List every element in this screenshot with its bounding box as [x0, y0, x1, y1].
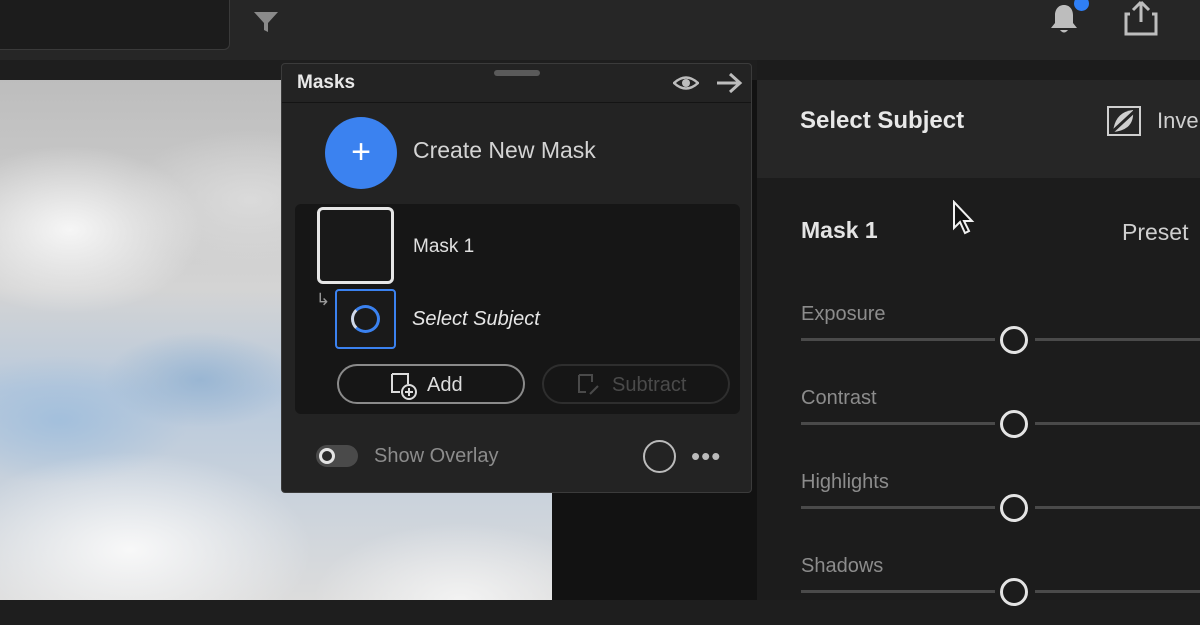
loading-spinner-icon [351, 305, 380, 333]
panel-drag-handle[interactable] [494, 70, 540, 76]
top-bar [0, 0, 1200, 60]
subtract-mask-icon [578, 374, 599, 395]
share-icon[interactable] [1122, 0, 1160, 38]
adjustments-panel: Select Subject Inver Mask 1 Preset Expos… [757, 60, 1200, 606]
mask-component-name[interactable]: Select Subject [412, 308, 540, 331]
slider-track[interactable] [801, 422, 995, 425]
slider-track[interactable] [1035, 506, 1200, 509]
invert-label[interactable]: Inver [1157, 108, 1200, 134]
show-overlay-label: Show Overlay [374, 445, 499, 467]
add-button-label: Add [427, 374, 463, 396]
eye-icon[interactable] [673, 72, 699, 94]
subtract-button[interactable]: Subtract [542, 364, 730, 404]
slider-thumb[interactable] [1000, 326, 1028, 354]
shadows-slider[interactable]: Shadows [801, 555, 1200, 625]
slider-thumb[interactable] [1000, 410, 1028, 438]
slider-label: Exposure [801, 303, 886, 325]
add-mask-icon [391, 373, 417, 400]
slider-track[interactable] [1035, 590, 1200, 593]
slider-track[interactable] [801, 338, 995, 341]
component-title: Select Subject [800, 107, 965, 134]
slider-track[interactable] [801, 590, 995, 593]
slider-thumb[interactable] [1000, 494, 1028, 522]
create-new-mask-button[interactable]: + [325, 117, 397, 189]
child-arrow-icon: ↳ [316, 290, 331, 309]
select-subject-thumbnail[interactable] [335, 289, 396, 349]
arrow-right-icon[interactable] [715, 72, 743, 94]
highlights-slider[interactable]: Highlights [801, 471, 1200, 541]
slider-label: Shadows [801, 555, 884, 577]
create-new-mask-label[interactable]: Create New Mask [413, 137, 596, 164]
overlay-color-swatch[interactable] [643, 440, 676, 473]
slider-label: Highlights [801, 471, 889, 493]
slider-thumb[interactable] [1000, 578, 1028, 606]
mask-group: Mask 1 ↳ Select Subject Add Subtract [295, 204, 740, 414]
show-overlay-toggle[interactable] [316, 445, 358, 467]
notification-dot [1074, 0, 1089, 11]
slider-label: Contrast [801, 387, 877, 409]
invert-icon[interactable] [1107, 106, 1141, 136]
mask-title: Mask 1 [801, 217, 878, 243]
masks-panel: Masks + Create New Mask Mask 1 ↳ Select … [281, 63, 752, 493]
slider-track[interactable] [1035, 422, 1200, 425]
divider [282, 102, 751, 103]
filter-icon[interactable] [252, 8, 280, 36]
mask-name[interactable]: Mask 1 [413, 236, 474, 258]
more-options-icon[interactable]: ••• [691, 441, 721, 472]
slider-track[interactable] [1035, 338, 1200, 341]
add-button[interactable]: Add [337, 364, 525, 404]
preset-dropdown[interactable]: Preset [1122, 219, 1188, 246]
exposure-slider[interactable]: Exposure [801, 303, 1200, 373]
search-input[interactable] [0, 0, 230, 50]
mouse-cursor-icon [953, 200, 975, 235]
toggle-knob [319, 448, 335, 464]
panel-title: Masks [297, 72, 356, 93]
contrast-slider[interactable]: Contrast [801, 387, 1200, 457]
subtract-button-label: Subtract [612, 374, 687, 396]
slider-track[interactable] [801, 506, 995, 509]
mask-thumbnail[interactable] [317, 207, 394, 284]
component-header: Select Subject Inver [757, 80, 1200, 178]
